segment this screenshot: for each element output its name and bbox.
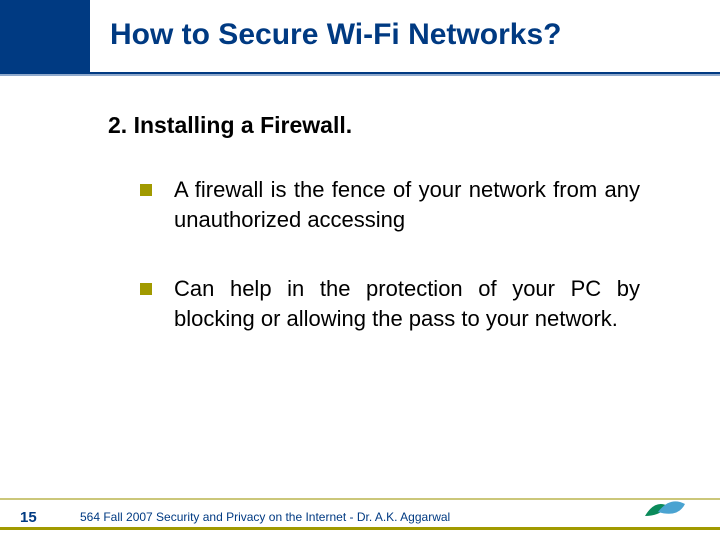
list-item: A firewall is the fence of your network … [140,175,640,234]
slide: How to Secure Wi-Fi Networks? 2. Install… [0,0,720,540]
slide-title: How to Secure Wi-Fi Networks? [110,18,561,52]
bullet-text: Can help in the protection of your PC by… [174,274,640,333]
logo-icon [640,494,690,524]
header-divider [0,72,720,76]
square-bullet-icon [140,184,152,196]
list-item: Can help in the protection of your PC by… [140,274,640,333]
slide-subtitle: 2. Installing a Firewall. [108,112,352,139]
bullet-text: A firewall is the fence of your network … [174,175,640,234]
footer-text: 564 Fall 2007 Security and Privacy on th… [80,510,450,524]
header-accent-block [0,0,90,72]
bullet-list: A firewall is the fence of your network … [140,175,640,374]
footer-accent-bar [0,527,720,530]
page-number: 15 [20,509,37,526]
footer-divider [0,498,720,500]
square-bullet-icon [140,283,152,295]
